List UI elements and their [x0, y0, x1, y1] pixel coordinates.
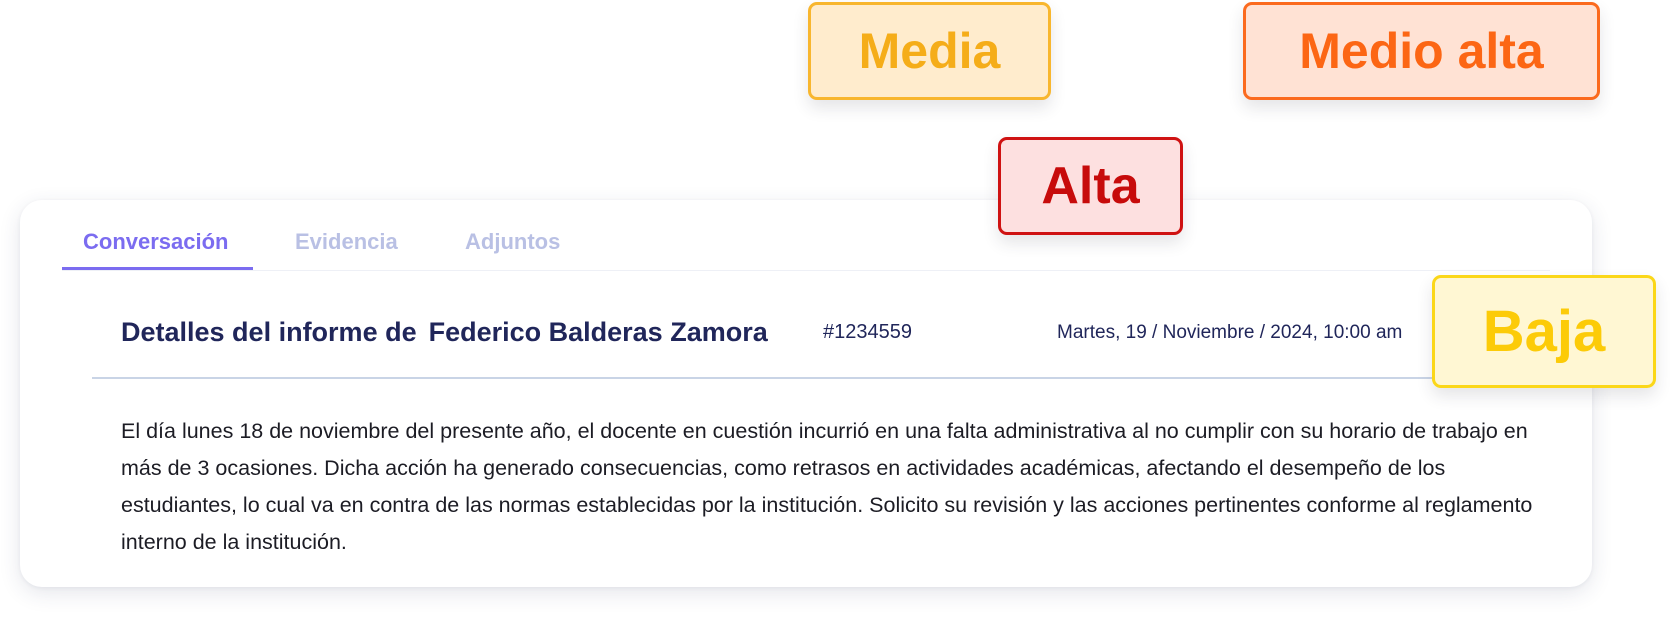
- tab-bar: Conversación Evidencia Adjuntos: [62, 200, 1550, 271]
- tab-adjuntos[interactable]: Adjuntos: [465, 228, 595, 270]
- stage: Conversación Evidencia Adjuntos Detalles…: [0, 0, 1677, 628]
- report-card: Conversación Evidencia Adjuntos Detalles…: [20, 200, 1592, 587]
- report-id: #1234559: [823, 321, 912, 343]
- priority-badge-media: Media: [808, 2, 1051, 100]
- report-date: Martes, 19 / Noviembre / 2024, 10:00 am: [1057, 322, 1403, 343]
- report-description: El día lunes 18 de noviembre del present…: [121, 419, 1533, 554]
- tab-evidencia[interactable]: Evidencia: [295, 228, 425, 270]
- report-person-name: Federico Balderas Zamora: [428, 317, 768, 347]
- report-title: Detalles del informe de Federico Balderas…: [121, 317, 768, 348]
- priority-badge-baja: Baja: [1432, 275, 1656, 388]
- tab-conversacion[interactable]: Conversación: [62, 228, 253, 270]
- report-title-prefix: Detalles del informe de: [121, 317, 417, 347]
- priority-badge-alta: Alta: [998, 137, 1183, 235]
- priority-badge-medio-alta: Medio alta: [1243, 2, 1600, 100]
- report-header: Detalles del informe de Federico Balderas…: [92, 270, 1444, 379]
